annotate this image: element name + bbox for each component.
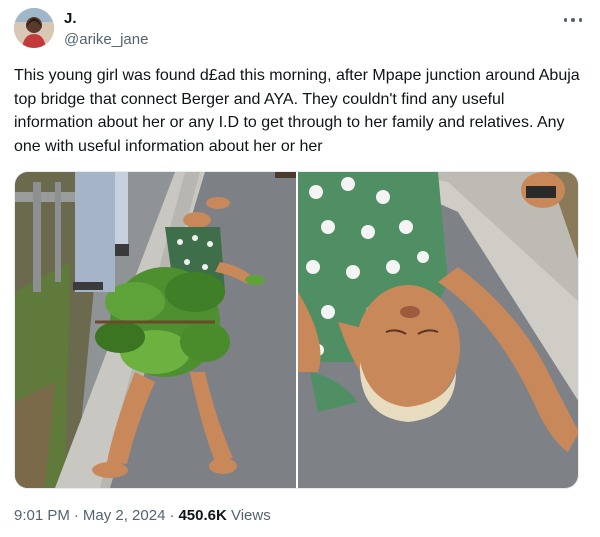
author-display-name[interactable]: J. xyxy=(64,10,77,28)
media-photo-2[interactable] xyxy=(298,172,578,488)
views-label: Views xyxy=(230,507,271,524)
tweet-media xyxy=(14,171,579,489)
more-horizontal-icon[interactable] xyxy=(560,10,586,30)
views-count[interactable]: 450.6K xyxy=(178,507,226,524)
tweet-date[interactable]: May 2, 2024 xyxy=(83,507,166,524)
meta-separator: · xyxy=(169,507,175,524)
dot xyxy=(564,18,568,22)
author-handle[interactable]: @arike_jane xyxy=(64,31,148,49)
tweet-header: J. @arike_jane xyxy=(14,8,586,52)
meta-separator: · xyxy=(73,507,79,524)
dot xyxy=(578,18,582,22)
tweet-meta: 9:01 PM · May 2, 2024 · 450.6K Views xyxy=(14,507,271,525)
media-photo-1[interactable] xyxy=(15,172,296,488)
dot xyxy=(571,18,575,22)
tweet-time[interactable]: 9:01 PM xyxy=(14,507,70,524)
tweet: J. @arike_jane This young girl was found… xyxy=(0,0,600,537)
avatar[interactable] xyxy=(14,8,54,48)
tweet-text: This young girl was found d£ad this morn… xyxy=(14,67,585,155)
